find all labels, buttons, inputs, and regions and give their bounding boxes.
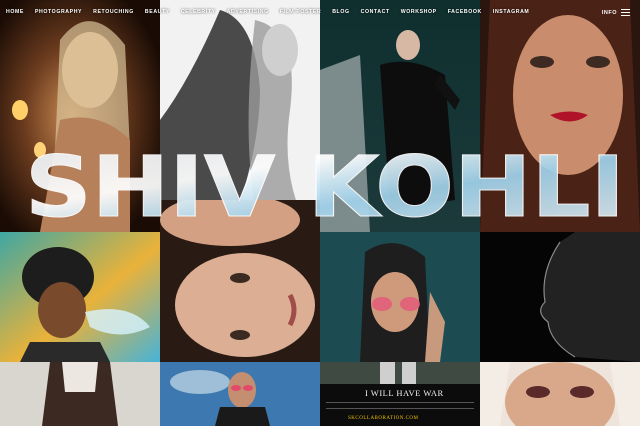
photo-tile-braids-smoke[interactable] [0,232,160,362]
nav-item-beauty[interactable]: BEAUTY [145,9,170,15]
nav-item-retouching[interactable]: RETOUCHING [93,9,134,15]
nav-item-blog[interactable]: BLOG [332,9,349,15]
nav-item-workshop[interactable]: WORKSHOP [401,9,437,15]
poster-link[interactable]: SKCOLLABORATION.COM [348,416,418,421]
photo-tile-veil-beauty[interactable] [480,362,640,426]
photo-tile-pink-glasses[interactable] [320,232,480,362]
nav-item-home[interactable]: HOME [6,9,24,15]
hamburger-menu-icon [621,9,630,16]
hero-title-text: SHIV KOHLI [25,138,625,236]
nav-item-celebrity[interactable]: CELEBRITY [181,9,216,15]
nav-item-facebook[interactable]: FACEBOOK [448,9,482,15]
main-navigation: HOME PHOTOGRAPHY RETOUCHING BEAUTY CELEB… [6,9,540,15]
photo-tile-silhouette-profile[interactable] [480,232,640,362]
nav-item-film-poster[interactable]: FILM POSTER [280,9,321,15]
photo-tile-fashion-street[interactable] [0,362,160,426]
poster-title: I WILL HAVE WAR [365,388,444,398]
nav-item-photography[interactable]: PHOTOGRAPHY [35,9,82,15]
nav-item-contact[interactable]: CONTACT [361,9,390,15]
hero-title: SHIV KOHLI [20,138,630,237]
photo-tile-sky-sunglasses[interactable] [160,362,320,426]
info-label: INFO [601,9,617,16]
info-menu-button[interactable]: INFO [602,9,630,16]
nav-item-instagram[interactable]: INSTAGRAM [493,9,529,15]
nav-item-advertising[interactable]: ADVERTISING [227,9,269,15]
